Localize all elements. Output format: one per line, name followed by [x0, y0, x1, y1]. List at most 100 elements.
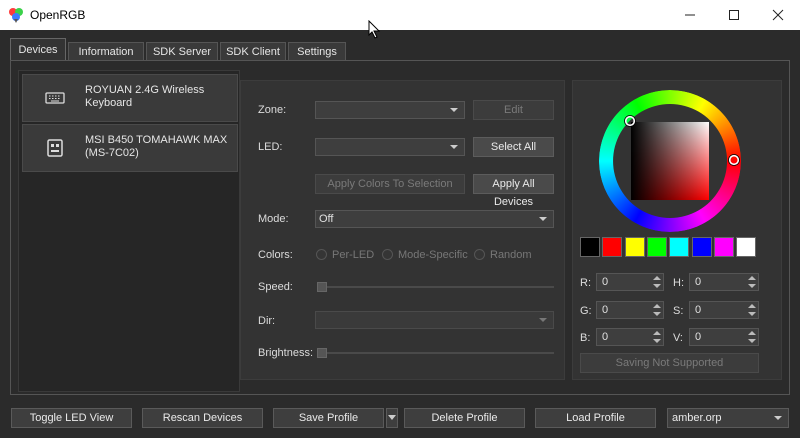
rescan-devices-button[interactable]: Rescan Devices: [142, 408, 263, 428]
chevron-down-icon: [539, 217, 547, 221]
chevron-down-icon: [450, 108, 458, 112]
tab-devices[interactable]: Devices: [10, 38, 66, 62]
maximize-icon: [729, 10, 739, 20]
speed-slider-track[interactable]: [318, 286, 554, 288]
per-led-label: Per-LED: [332, 249, 375, 261]
maximize-button[interactable]: [712, 0, 756, 30]
spin-up-icon: [653, 331, 661, 335]
device-item-motherboard[interactable]: MSI B450 TOMAHAWK MAX (MS-7C02): [22, 124, 238, 172]
select-all-button[interactable]: Select All: [473, 137, 554, 157]
device-name: MSI B450 TOMAHAWK MAX (MS-7C02): [85, 134, 228, 159]
green-value: 0: [602, 304, 609, 316]
mode-specific-label: Mode-Specific: [398, 249, 468, 261]
led-select[interactable]: [315, 138, 465, 156]
color-swatch[interactable]: [602, 237, 623, 257]
mode-select[interactable]: Off: [315, 210, 554, 228]
red-spinbox[interactable]: 0: [596, 273, 664, 291]
spin-down-icon: [748, 339, 756, 343]
g-label: G:: [580, 305, 592, 317]
device-item-keyboard[interactable]: ROYUAN 2.4G Wireless Keyboard: [22, 74, 238, 122]
r-label: R:: [580, 277, 591, 289]
value-spinbox[interactable]: 0: [689, 328, 759, 346]
speed-slider-handle[interactable]: [317, 282, 327, 292]
color-swatch[interactable]: [736, 237, 757, 257]
zone-select[interactable]: [315, 101, 465, 119]
saturation-spinbox[interactable]: 0: [689, 301, 759, 319]
apply-all-devices-button[interactable]: Apply All Devices: [473, 174, 554, 208]
motherboard-icon: [47, 139, 63, 157]
brightness-slider-handle[interactable]: [317, 348, 327, 358]
spin-up-icon: [748, 304, 756, 308]
red-value: 0: [602, 276, 609, 288]
dir-label: Dir:: [258, 315, 276, 327]
saving-not-supported-button[interactable]: Saving Not Supported: [580, 353, 759, 373]
h-label: H:: [673, 277, 684, 289]
color-swatch[interactable]: [691, 237, 712, 257]
mode-specific-radio[interactable]: [382, 249, 393, 260]
tab-sdk-client[interactable]: SDK Client: [220, 42, 286, 62]
hue-spinbox[interactable]: 0: [689, 273, 759, 291]
zone-label: Zone:: [258, 104, 287, 116]
edit-zone-button[interactable]: Edit: [473, 100, 554, 120]
close-icon: [772, 9, 784, 21]
spin-down-icon: [748, 312, 756, 316]
load-profile-button[interactable]: Load Profile: [535, 408, 656, 428]
delete-profile-button[interactable]: Delete Profile: [404, 408, 525, 428]
color-swatch[interactable]: [646, 237, 667, 257]
spin-down-icon: [653, 312, 661, 316]
close-button[interactable]: [756, 0, 800, 30]
save-profile-button[interactable]: Save Profile: [273, 408, 384, 428]
tab-settings[interactable]: Settings: [288, 42, 346, 62]
mouse-cursor-icon: [368, 20, 381, 39]
spin-down-icon: [653, 284, 661, 288]
save-profile-menu-button[interactable]: [386, 408, 398, 428]
spin-up-icon: [748, 276, 756, 280]
led-label: LED:: [258, 141, 283, 153]
color-swatch[interactable]: [713, 237, 734, 257]
brightness-label: Brightness:: [258, 347, 314, 359]
minimize-icon: [685, 14, 695, 16]
profile-value: amber.orp: [672, 412, 722, 424]
per-led-radio[interactable]: [316, 249, 327, 260]
chevron-down-icon: [450, 145, 458, 149]
chevron-down-icon: [774, 416, 782, 420]
window-title: OpenRGB: [30, 8, 86, 22]
brightness-slider-track[interactable]: [318, 352, 554, 354]
v-label: V:: [673, 332, 683, 344]
hue-value: 0: [695, 276, 702, 288]
mode-value: Off: [319, 213, 334, 225]
random-radio[interactable]: [474, 249, 485, 260]
minimize-button[interactable]: [668, 0, 712, 30]
direction-select[interactable]: [315, 311, 554, 329]
chevron-down-icon: [388, 415, 396, 420]
title-bar: OpenRGB: [0, 0, 800, 30]
device-controls-panel: [240, 80, 565, 380]
saturation-value: 0: [695, 304, 702, 316]
chevron-down-icon: [539, 318, 547, 322]
blue-spinbox[interactable]: 0: [596, 328, 664, 346]
random-label: Random: [490, 249, 532, 261]
color-swatch[interactable]: [669, 237, 690, 257]
speed-label: Speed:: [258, 281, 293, 293]
color-swatch[interactable]: [624, 237, 645, 257]
color-wheel[interactable]: [599, 90, 741, 232]
device-name: ROYUAN 2.4G Wireless Keyboard: [85, 84, 205, 109]
toggle-led-view-button[interactable]: Toggle LED View: [11, 408, 132, 428]
openrgb-logo-icon: [9, 8, 23, 23]
spin-up-icon: [653, 304, 661, 308]
keyboard-icon: [45, 92, 65, 104]
tab-information[interactable]: Information: [68, 42, 144, 62]
spin-up-icon: [653, 276, 661, 280]
colors-label: Colors:: [258, 249, 293, 261]
tab-sdk-server[interactable]: SDK Server: [146, 42, 218, 62]
profile-select[interactable]: amber.orp: [667, 408, 789, 428]
color-swatch[interactable]: [580, 237, 600, 257]
b-label: B:: [580, 332, 591, 344]
blue-value: 0: [602, 331, 609, 343]
apply-colors-to-selection-button[interactable]: Apply Colors To Selection: [315, 174, 465, 194]
green-spinbox[interactable]: 0: [596, 301, 664, 319]
spin-down-icon: [748, 284, 756, 288]
value-value: 0: [695, 331, 702, 343]
spin-down-icon: [653, 339, 661, 343]
s-label: S:: [673, 305, 684, 317]
